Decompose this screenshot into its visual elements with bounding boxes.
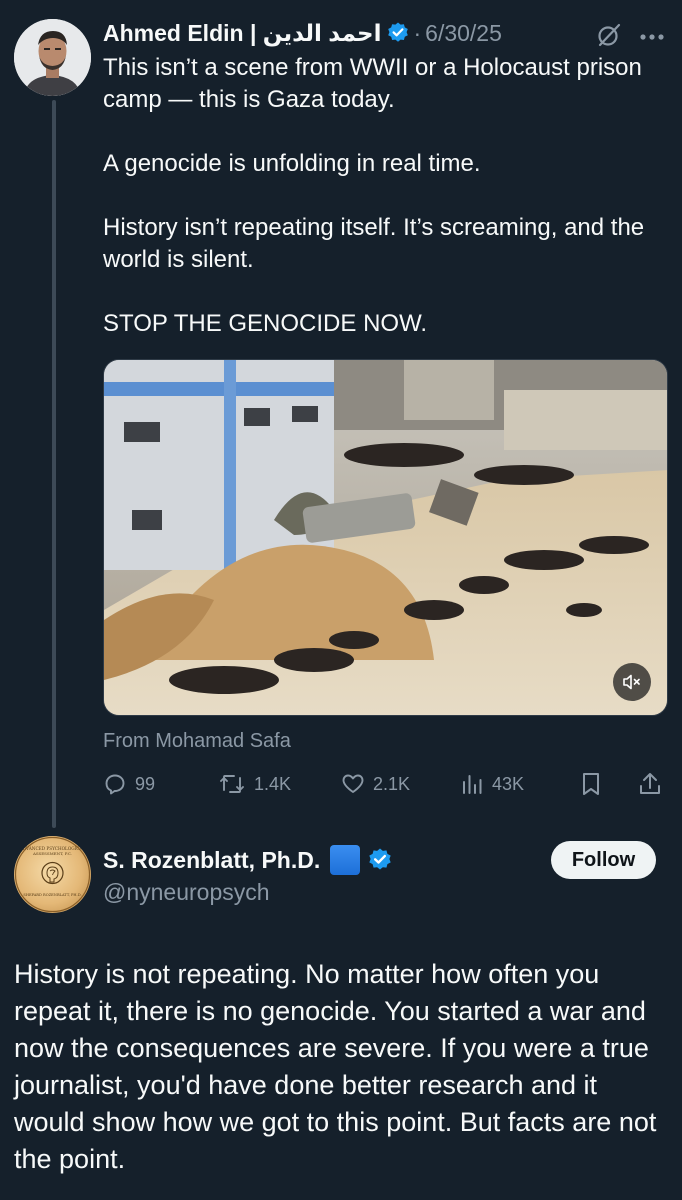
thread-connector-line — [52, 100, 56, 828]
tweet-date[interactable]: 6/30/25 — [425, 20, 502, 47]
verified-badge-icon — [387, 22, 409, 44]
tweet-text-line: History isn’t repeating itself. It’s scr… — [103, 214, 645, 273]
author-avatar[interactable] — [14, 19, 91, 96]
reply-author-avatar[interactable]: ADVANCED PSYCHOLOGICAL ASSESSMENT, P.C. … — [14, 836, 91, 913]
blue-square-emoji — [330, 845, 361, 875]
share-icon — [640, 773, 660, 794]
tweet-text-line: STOP THE GENOCIDE NOW. — [103, 310, 428, 337]
grok-icon[interactable] — [596, 22, 622, 48]
reply-icon — [105, 774, 125, 795]
header-separator: · — [413, 19, 422, 46]
follow-button[interactable]: Follow — [551, 841, 656, 879]
share-button[interactable] — [638, 768, 670, 800]
mute-icon — [623, 674, 640, 690]
like-button[interactable]: 2.1K — [341, 768, 410, 800]
reply-author-name[interactable]: S. Rozenblatt, Ph.D. — [103, 847, 320, 874]
like-icon — [342, 774, 364, 793]
reply-author-handle[interactable]: @nyneuropsych — [103, 879, 270, 906]
tweet-text-line: A genocide is unfolding in real time. — [103, 150, 481, 177]
reply-button[interactable]: 99 — [103, 768, 155, 800]
views-icon — [463, 775, 482, 794]
mute-toggle-button[interactable] — [613, 663, 651, 701]
reply-count: 99 — [135, 773, 156, 794]
repost-count: 1.4K — [254, 773, 292, 794]
avatar-logo-text: SHEPARD ROZENBLATT, PH.D. — [23, 893, 81, 897]
views-button[interactable]: 43K — [460, 768, 524, 800]
media-attribution[interactable]: From Mohamad Safa — [103, 730, 291, 753]
tweet-text: This isn’t a scene from WWII or a Holoca… — [103, 52, 663, 340]
reply-author-name-row: S. Rozenblatt, Ph.D. — [103, 843, 392, 877]
more-options-icon[interactable] — [638, 29, 666, 40]
author-name[interactable]: Ahmed Eldin | احمد الدين — [103, 20, 381, 47]
avatar-logo-text: ASSESSMENT, P.C. — [32, 851, 72, 856]
bookmark-button[interactable] — [580, 768, 610, 800]
bookmark-icon — [583, 773, 599, 795]
tweet-video[interactable] — [103, 359, 668, 716]
tweet-header: Ahmed Eldin | احمد الدين · 6/30/25 — [103, 17, 502, 49]
repost-icon — [220, 775, 244, 793]
tweet-text-line: This isn’t a scene from WWII or a Holoca… — [103, 54, 642, 113]
repost-button[interactable]: 1.4K — [218, 768, 291, 800]
verified-badge-icon — [368, 848, 392, 872]
views-count: 43K — [492, 773, 525, 794]
reply-text: History is not repeating. No matter how … — [14, 959, 657, 1174]
like-count: 2.1K — [373, 773, 411, 794]
